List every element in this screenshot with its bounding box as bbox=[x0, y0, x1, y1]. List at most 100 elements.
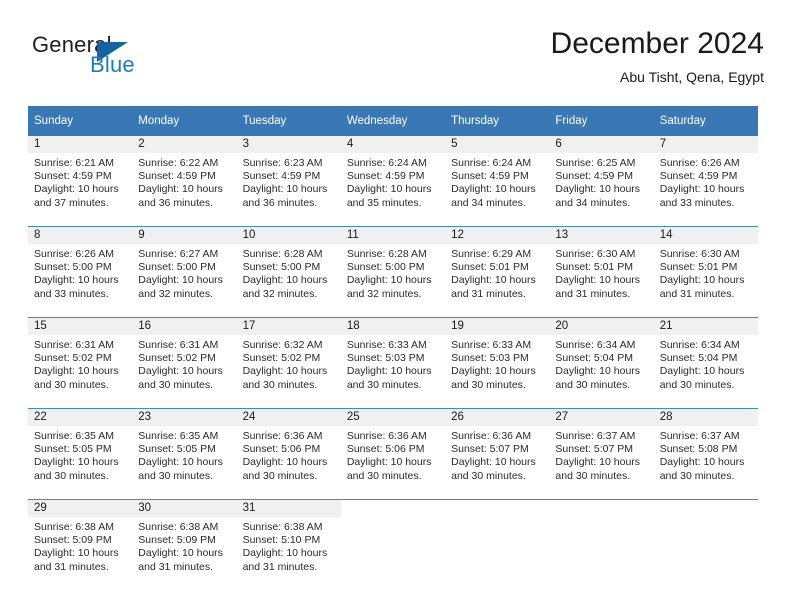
daylight-text-line1: Daylight: 10 hours bbox=[555, 365, 641, 378]
calendar-day-cell[interactable]: 15 Sunrise: 6:31 AM Sunset: 5:02 PM Dayligh… bbox=[28, 317, 133, 409]
location-subtitle: Abu Tisht, Qena, Egypt bbox=[620, 69, 764, 85]
day-cell-inner: 21 Sunrise: 6:34 AM Sunset: 5:04 PM Dayligh… bbox=[653, 318, 758, 408]
day-cell-inner: 1 Sunrise: 6:21 AM Sunset: 4:59 PM Daylight… bbox=[28, 136, 133, 226]
sunset-text: Sunset: 5:05 PM bbox=[34, 443, 112, 456]
day-details: Sunrise: 6:30 AM Sunset: 5:01 PM Daylight:… bbox=[654, 244, 758, 301]
day-number: 29 bbox=[28, 500, 133, 517]
calendar-day-cell[interactable]: 3 Sunrise: 6:23 AM Sunset: 4:59 PM Daylight… bbox=[236, 136, 341, 227]
calendar-day-cell[interactable]: 8 Sunrise: 6:26 AM Sunset: 5:00 PM Daylight… bbox=[28, 226, 133, 318]
day-details: Sunrise: 6:30 AM Sunset: 5:01 PM Daylight:… bbox=[549, 244, 653, 301]
sunrise-text: Sunrise: 6:36 AM bbox=[242, 430, 323, 442]
day-details: Sunrise: 6:28 AM Sunset: 5:00 PM Daylight:… bbox=[341, 244, 445, 301]
calendar-day-cell[interactable]: 19 Sunrise: 6:33 AM Sunset: 5:03 PM Dayligh… bbox=[445, 317, 550, 409]
calendar-day-cell[interactable]: 9 Sunrise: 6:27 AM Sunset: 5:00 PM Daylight… bbox=[132, 226, 237, 318]
day-cell-inner: 20 Sunrise: 6:34 AM Sunset: 5:04 PM Dayligh… bbox=[549, 318, 654, 408]
sunrise-text: Sunrise: 6:36 AM bbox=[451, 430, 532, 442]
sunrise-text: Sunrise: 6:26 AM bbox=[659, 157, 740, 169]
sunset-text: Sunset: 5:01 PM bbox=[659, 261, 738, 274]
calendar-day-cell[interactable]: 13 Sunrise: 6:30 AM Sunset: 5:01 PM Dayligh… bbox=[549, 226, 654, 318]
day-details: Sunrise: 6:34 AM Sunset: 5:04 PM Daylight:… bbox=[549, 335, 653, 392]
day-details: Sunrise: 6:27 AM Sunset: 5:00 PM Daylight:… bbox=[132, 244, 236, 301]
calendar-day-cell[interactable]: 1 Sunrise: 6:21 AM Sunset: 4:59 PM Daylight… bbox=[28, 136, 133, 227]
calendar-day-cell[interactable]: 5 Sunrise: 6:24 AM Sunset: 4:59 PM Daylight… bbox=[445, 136, 550, 227]
daylight-text-line1: Daylight: 10 hours bbox=[242, 456, 328, 469]
daylight-text-line1: Daylight: 10 hours bbox=[34, 183, 119, 196]
calendar-day-cell[interactable]: 28 Sunrise: 6:37 AM Sunset: 5:08 PM Dayligh… bbox=[653, 408, 758, 500]
weekday-header-monday: Monday bbox=[132, 106, 237, 136]
calendar-week-row: 22 Sunrise: 6:35 AM Sunset: 5:05 PM Dayligh… bbox=[28, 408, 758, 500]
day-cell-inner: 30 Sunrise: 6:38 AM Sunset: 5:09 PM Dayligh… bbox=[132, 500, 237, 590]
day-cell-inner: 23 Sunrise: 6:35 AM Sunset: 5:05 PM Dayligh… bbox=[132, 409, 237, 499]
calendar-day-cell[interactable]: 7 Sunrise: 6:26 AM Sunset: 4:59 PM Daylight… bbox=[653, 136, 758, 227]
calendar-day-cell[interactable]: 14 Sunrise: 6:30 AM Sunset: 5:01 PM Dayligh… bbox=[653, 226, 758, 318]
day-number: 9 bbox=[132, 227, 237, 244]
day-details: Sunrise: 6:31 AM Sunset: 5:02 PM Daylight:… bbox=[28, 335, 132, 392]
day-number: 20 bbox=[549, 318, 654, 335]
calendar-day-cell[interactable]: 22 Sunrise: 6:35 AM Sunset: 5:05 PM Dayligh… bbox=[28, 408, 133, 500]
daylight-text-line1: Daylight: 10 hours bbox=[659, 183, 745, 196]
daylight-text-line2: and 30 minutes. bbox=[346, 469, 422, 482]
sunset-text: Sunset: 5:04 PM bbox=[659, 352, 738, 365]
day-cell-inner bbox=[653, 500, 758, 590]
weekday-header-friday: Friday bbox=[549, 106, 654, 136]
calendar-day-cell[interactable]: 29 Sunrise: 6:38 AM Sunset: 5:09 PM Dayligh… bbox=[28, 499, 133, 590]
sunrise-text: Sunrise: 6:21 AM bbox=[34, 157, 114, 169]
sunset-text: Sunset: 4:59 PM bbox=[242, 170, 321, 183]
sunset-text: Sunset: 5:00 PM bbox=[34, 261, 112, 274]
daylight-text-line2: and 36 minutes. bbox=[242, 196, 318, 209]
daylight-text-line1: Daylight: 10 hours bbox=[451, 183, 536, 196]
calendar-day-cell[interactable]: 11 Sunrise: 6:28 AM Sunset: 5:00 PM Dayligh… bbox=[340, 226, 446, 318]
daylight-text-line1: Daylight: 10 hours bbox=[346, 183, 432, 196]
daylight-text-line1: Daylight: 10 hours bbox=[138, 365, 223, 378]
calendar-day-cell[interactable]: 2 Sunrise: 6:22 AM Sunset: 4:59 PM Daylight… bbox=[132, 136, 237, 227]
calendar-day-cell[interactable]: 20 Sunrise: 6:34 AM Sunset: 5:04 PM Dayligh… bbox=[549, 317, 654, 409]
calendar-day-cell[interactable]: 18 Sunrise: 6:33 AM Sunset: 5:03 PM Dayligh… bbox=[340, 317, 446, 409]
calendar-day-cell[interactable]: 31 Sunrise: 6:38 AM Sunset: 5:10 PM Dayligh… bbox=[236, 499, 341, 590]
day-number: 1 bbox=[28, 136, 133, 153]
daylight-text-line2: and 30 minutes. bbox=[659, 469, 735, 482]
sunrise-text: Sunrise: 6:25 AM bbox=[555, 157, 636, 169]
day-number: 30 bbox=[132, 500, 237, 517]
day-cell-inner: 8 Sunrise: 6:26 AM Sunset: 5:00 PM Daylight… bbox=[28, 227, 133, 317]
sunrise-text: Sunrise: 6:37 AM bbox=[555, 430, 636, 442]
daylight-text-line2: and 30 minutes. bbox=[659, 378, 735, 391]
daylight-text-line2: and 30 minutes. bbox=[451, 378, 526, 391]
sunrise-text: Sunrise: 6:33 AM bbox=[451, 339, 532, 351]
daylight-text-line1: Daylight: 10 hours bbox=[346, 456, 432, 469]
day-cell-inner: 10 Sunrise: 6:28 AM Sunset: 5:00 PM Dayligh… bbox=[236, 227, 341, 317]
calendar-day-cell[interactable]: 24 Sunrise: 6:36 AM Sunset: 5:06 PM Dayligh… bbox=[236, 408, 341, 500]
calendar-day-cell[interactable]: 6 Sunrise: 6:25 AM Sunset: 4:59 PM Daylight… bbox=[549, 136, 654, 227]
calendar-table: Sunday Monday Tuesday Wednesday Thursday… bbox=[28, 106, 758, 590]
daylight-text-line1: Daylight: 10 hours bbox=[346, 365, 432, 378]
sunrise-text: Sunrise: 6:23 AM bbox=[242, 157, 323, 169]
general-blue-logo[interactable]: General Blue bbox=[28, 32, 258, 88]
daylight-text-line2: and 31 minutes. bbox=[242, 560, 318, 573]
day-cell-inner: 31 Sunrise: 6:38 AM Sunset: 5:10 PM Dayligh… bbox=[236, 500, 341, 590]
sunset-text: Sunset: 5:06 PM bbox=[346, 443, 425, 456]
daylight-text-line2: and 30 minutes. bbox=[451, 469, 526, 482]
day-details: Sunrise: 6:26 AM Sunset: 4:59 PM Daylight:… bbox=[654, 153, 758, 210]
calendar-day-cell[interactable]: 10 Sunrise: 6:28 AM Sunset: 5:00 PM Dayligh… bbox=[236, 226, 341, 318]
calendar-day-cell[interactable]: 26 Sunrise: 6:36 AM Sunset: 5:07 PM Dayligh… bbox=[445, 408, 550, 500]
daylight-text-line1: Daylight: 10 hours bbox=[34, 547, 119, 560]
calendar-day-cell[interactable]: 30 Sunrise: 6:38 AM Sunset: 5:09 PM Dayligh… bbox=[132, 499, 237, 590]
daylight-text-line2: and 30 minutes. bbox=[138, 469, 213, 482]
day-details: Sunrise: 6:21 AM Sunset: 4:59 PM Daylight:… bbox=[28, 153, 132, 210]
daylight-text-line2: and 31 minutes. bbox=[555, 287, 631, 300]
calendar-day-cell[interactable]: 12 Sunrise: 6:29 AM Sunset: 5:01 PM Dayligh… bbox=[445, 226, 550, 318]
daylight-text-line2: and 30 minutes. bbox=[138, 378, 213, 391]
calendar-day-cell[interactable]: 27 Sunrise: 6:37 AM Sunset: 5:07 PM Dayligh… bbox=[549, 408, 654, 500]
sunrise-text: Sunrise: 6:30 AM bbox=[555, 248, 636, 260]
day-details bbox=[341, 517, 445, 521]
calendar-day-cell[interactable]: 16 Sunrise: 6:31 AM Sunset: 5:02 PM Dayligh… bbox=[132, 317, 237, 409]
calendar-day-cell[interactable]: 4 Sunrise: 6:24 AM Sunset: 4:59 PM Daylight… bbox=[340, 136, 446, 227]
calendar-day-cell[interactable]: 17 Sunrise: 6:32 AM Sunset: 5:02 PM Dayligh… bbox=[236, 317, 341, 409]
day-number: 28 bbox=[653, 409, 758, 426]
calendar-day-cell[interactable]: 21 Sunrise: 6:34 AM Sunset: 5:04 PM Dayligh… bbox=[653, 317, 758, 409]
calendar-day-cell[interactable]: 25 Sunrise: 6:36 AM Sunset: 5:06 PM Dayligh… bbox=[340, 408, 446, 500]
day-number: 14 bbox=[653, 227, 758, 244]
title-block: December 2024 Abu Tisht, Qena, Egypt bbox=[551, 26, 764, 86]
calendar-day-cell[interactable]: 23 Sunrise: 6:35 AM Sunset: 5:05 PM Dayligh… bbox=[132, 408, 237, 500]
sunrise-text: Sunrise: 6:27 AM bbox=[138, 248, 219, 260]
daylight-text-line1: Daylight: 10 hours bbox=[242, 365, 328, 378]
